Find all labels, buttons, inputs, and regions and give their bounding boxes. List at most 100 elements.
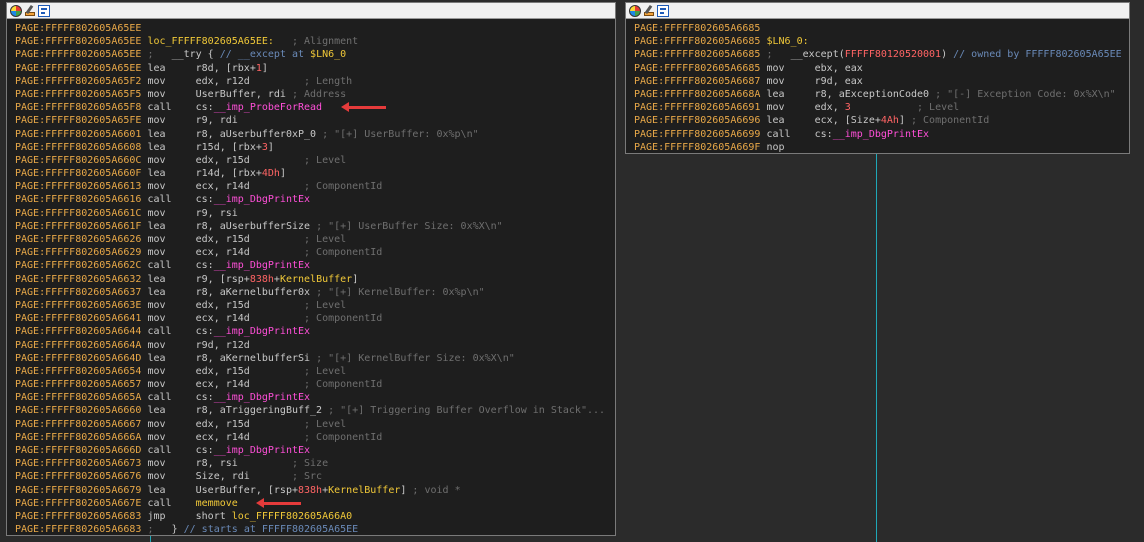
disasm-line[interactable]: PAGE:FFFFF802605A6685 mov ebx, eax: [634, 62, 1129, 75]
code-token: r9, rsi: [195, 207, 238, 219]
code-token[interactable]: __imp_DbgPrintEx: [833, 129, 929, 140]
disasm-line[interactable]: PAGE:FFFFF802605A6683 jmp short loc_FFFF…: [15, 510, 615, 523]
disasm-line[interactable]: PAGE:FFFFF802605A6676 mov Size, rdi ; Sr…: [15, 470, 615, 483]
graph-overview-icon[interactable]: [657, 4, 669, 17]
disasm-line[interactable]: PAGE:FFFFF802605A6660 lea r8, aTriggerin…: [15, 404, 615, 417]
disasm-line[interactable]: PAGE:FFFFF802605A6637 lea r8, aKernelbuf…: [15, 286, 615, 299]
disasm-block-except[interactable]: PAGE:FFFFF802605A6685 PAGE:FFFFF802605A6…: [625, 2, 1130, 154]
code-token: mov: [147, 299, 196, 311]
disasm-line[interactable]: PAGE:FFFFF802605A660F lea r14d, [rbx+4Dh…: [15, 167, 615, 180]
code-token: lea: [147, 484, 196, 496]
disasm-line[interactable]: PAGE:FFFFF802605A663E mov edx, r15d ; Le…: [15, 299, 615, 312]
code-token: mov: [766, 62, 815, 74]
disasm-line[interactable]: PAGE:FFFFF802605A65FE mov r9, rdi: [15, 114, 615, 127]
code-token[interactable]: __imp_DbgPrintEx: [214, 392, 310, 403]
code-token: // owned by FFFFF802605A65EE: [953, 49, 1122, 61]
code-token: r14d, [rbx+: [195, 168, 262, 180]
disasm-line[interactable]: PAGE:FFFFF802605A668A lea r8, aException…: [634, 88, 1129, 101]
code-token: ; "[+] UserBuffer: 0x%p\n": [322, 128, 479, 140]
code-token[interactable]: loc_FFFFF802605A66A0: [232, 511, 352, 522]
code-token: lea: [147, 405, 196, 417]
disasm-line[interactable]: PAGE:FFFFF802605A65EE ; __try { // __exc…: [15, 48, 615, 61]
code-token[interactable]: memmove: [196, 498, 238, 509]
disasm-line[interactable]: PAGE:FFFFF802605A662C call cs:__imp_DbgP…: [15, 259, 615, 272]
disasm-line[interactable]: PAGE:FFFFF802605A660C mov edx, r15d ; Le…: [15, 154, 615, 167]
disasm-line[interactable]: PAGE:FFFFF802605A65F5 mov UserBuffer, rd…: [15, 88, 615, 101]
disasm-line[interactable]: PAGE:FFFFF802605A65F8 call cs:__imp_Prob…: [15, 101, 615, 114]
code-token: mov: [147, 207, 196, 219]
line-address: PAGE:FFFFF802605A669F: [634, 141, 761, 153]
disasm-line[interactable]: PAGE:FFFFF802605A6626 mov edx, r15d ; Le…: [15, 233, 615, 246]
code-token: nop: [766, 141, 785, 153]
disasm-line[interactable]: PAGE:FFFFF802605A6632 lea r9, [rsp+838h+…: [15, 273, 615, 286]
disasm-line[interactable]: PAGE:FFFFF802605A6687 mov r9d, eax: [634, 75, 1129, 88]
line-address: PAGE:FFFFF802605A6667: [15, 418, 142, 430]
code-token[interactable]: KernelBuffer: [280, 274, 352, 285]
disasm-line[interactable]: PAGE:FFFFF802605A6601 lea r8, aUserbuffe…: [15, 128, 615, 141]
code-token: ; ComponentId: [304, 431, 383, 443]
color-palette-icon[interactable]: [629, 4, 641, 17]
code-token: jmp: [147, 510, 196, 522]
code-token: edx, r15d: [195, 154, 305, 166]
code-token[interactable]: KernelBuffer: [328, 485, 400, 496]
block-toolbar: [626, 3, 1129, 19]
disasm-line[interactable]: PAGE:FFFFF802605A65F2 mov edx, r12d ; Le…: [15, 75, 615, 88]
code-token: ecx, r14d: [195, 181, 305, 193]
disasm-line[interactable]: PAGE:FFFFF802605A669F nop: [634, 141, 1129, 153]
disasm-line[interactable]: PAGE:FFFFF802605A6608 lea r15d, [rbx+3]: [15, 141, 615, 154]
code-token[interactable]: __imp_DbgPrintEx: [214, 326, 310, 337]
disasm-line[interactable]: PAGE:FFFFF802605A6657 mov ecx, r14d ; Co…: [15, 378, 615, 391]
code-token[interactable]: loc_FFFFF802605A65EE:: [147, 36, 273, 47]
code-token[interactable]: __imp_DbgPrintEx: [214, 445, 310, 456]
disasm-line[interactable]: PAGE:FFFFF802605A6673 mov r8, rsi ; Size: [15, 457, 615, 470]
disasm-line[interactable]: PAGE:FFFFF802605A661F lea r8, aUserbuffe…: [15, 220, 615, 233]
disasm-line[interactable]: PAGE:FFFFF802605A666D call cs:__imp_DbgP…: [15, 444, 615, 457]
line-address: PAGE:FFFFF802605A660C: [15, 154, 142, 166]
color-palette-icon[interactable]: [10, 4, 22, 17]
edit-node-icon[interactable]: [643, 4, 655, 17]
disasm-line[interactable]: PAGE:FFFFF802605A6654 mov edx, r15d ; Le…: [15, 365, 615, 378]
code-token: ecx, r14d: [195, 313, 305, 325]
line-address: PAGE:FFFFF802605A662C: [15, 260, 142, 272]
disasm-line[interactable]: PAGE:FFFFF802605A6644 call cs:__imp_DbgP…: [15, 325, 615, 338]
disasm-line[interactable]: PAGE:FFFFF802605A6629 mov ecx, r14d ; Co…: [15, 246, 615, 259]
disasm-line[interactable]: PAGE:FFFFF802605A6685: [634, 22, 1129, 35]
code-token[interactable]: $LN6_0:: [766, 36, 808, 47]
disasm-line[interactable]: PAGE:FFFFF802605A65EE loc_FFFFF802605A65…: [15, 35, 615, 48]
disasm-line[interactable]: PAGE:FFFFF802605A666A mov ecx, r14d ; Co…: [15, 431, 615, 444]
code-token: ; Level: [917, 102, 960, 114]
disasm-line[interactable]: PAGE:FFFFF802605A6683 ; } // starts at F…: [15, 523, 615, 536]
code-token: ]: [898, 115, 911, 127]
disasm-line[interactable]: PAGE:FFFFF802605A6667 mov edx, r15d ; Le…: [15, 418, 615, 431]
line-address: PAGE:FFFFF802605A6637: [15, 286, 142, 298]
disasm-block-try[interactable]: PAGE:FFFFF802605A65EE PAGE:FFFFF802605A6…: [6, 2, 616, 536]
disasm-line[interactable]: PAGE:FFFFF802605A6641 mov ecx, r14d ; Co…: [15, 312, 615, 325]
disasm-line[interactable]: PAGE:FFFFF802605A6685 $LN6_0:: [634, 35, 1129, 48]
graph-edge-line-right: [876, 154, 877, 542]
code-token[interactable]: __imp_DbgPrintEx: [214, 260, 310, 271]
disasm-line[interactable]: PAGE:FFFFF802605A65EE: [15, 22, 615, 35]
disasm-line[interactable]: PAGE:FFFFF802605A667E call memmove: [15, 497, 615, 510]
disasm-line[interactable]: PAGE:FFFFF802605A661C mov r9, rsi: [15, 207, 615, 220]
disasm-line[interactable]: PAGE:FFFFF802605A6696 lea ecx, [Size+4Ah…: [634, 114, 1129, 127]
graph-overview-icon[interactable]: [38, 4, 50, 17]
code-token[interactable]: $LN6_0: [310, 49, 346, 60]
disasm-line[interactable]: PAGE:FFFFF802605A664D lea r8, aKernelbuf…: [15, 352, 615, 365]
disasm-line[interactable]: PAGE:FFFFF802605A6685 ; __except(FFFFF80…: [634, 48, 1129, 61]
code-token: ; Address: [291, 88, 347, 100]
disasm-line[interactable]: PAGE:FFFFF802605A6699 call cs:__imp_DbgP…: [634, 128, 1129, 141]
disasm-line[interactable]: PAGE:FFFFF802605A6613 mov ecx, r14d ; Co…: [15, 180, 615, 193]
code-token[interactable]: __imp_ProbeForRead: [214, 102, 322, 113]
disasm-line[interactable]: PAGE:FFFFF802605A6679 lea UserBuffer, [r…: [15, 484, 615, 497]
edit-node-icon[interactable]: [24, 4, 36, 17]
disasm-line[interactable]: PAGE:FFFFF802605A6691 mov edx, 3 ; Level: [634, 101, 1129, 114]
code-token[interactable]: __imp_DbgPrintEx: [214, 194, 310, 205]
disasm-line[interactable]: PAGE:FFFFF802605A6616 call cs:__imp_DbgP…: [15, 193, 615, 206]
disasm-line[interactable]: PAGE:FFFFF802605A665A call cs:__imp_DbgP…: [15, 391, 615, 404]
code-token: // starts at FFFFF802605A65EE: [183, 524, 359, 536]
disasm-line[interactable]: PAGE:FFFFF802605A664A mov r9d, r12d: [15, 339, 615, 352]
code-token: call: [147, 194, 196, 206]
code-token: r8, aKernelbufferSi: [195, 352, 317, 364]
disasm-line[interactable]: PAGE:FFFFF802605A65EE lea r8d, [rbx+1]: [15, 62, 615, 75]
